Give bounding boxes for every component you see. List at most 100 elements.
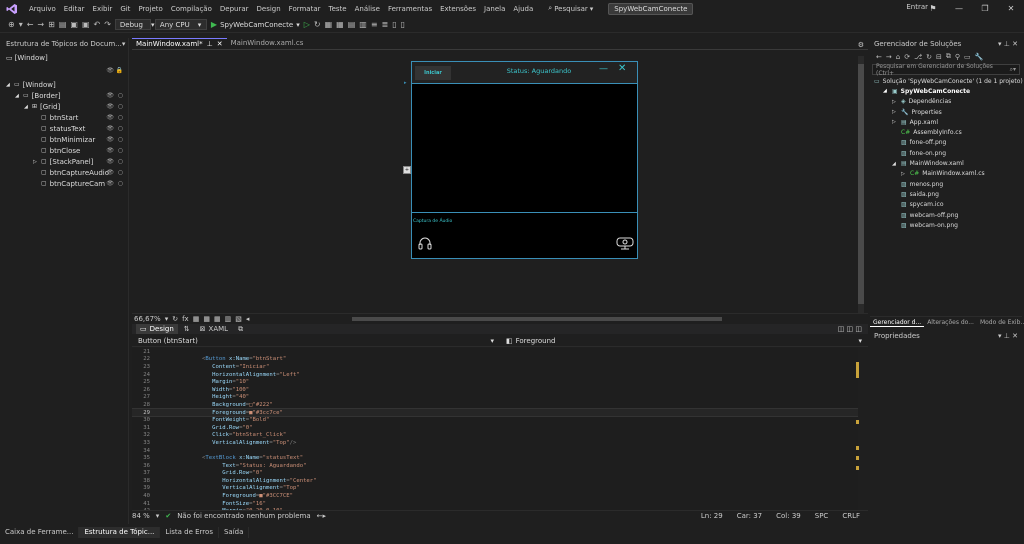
tool-icon[interactable]: ▦ <box>336 20 344 29</box>
property-select[interactable]: ◧ Foreground ▾ <box>500 337 868 345</box>
code-text[interactable]: Grid.Row="0" <box>158 470 262 476</box>
code-text[interactable]: Background=□"#222" <box>158 402 273 408</box>
minimize-icon[interactable]: — <box>946 4 972 13</box>
outline-item[interactable]: ▢ btnCaptureCam 👁 ○ <box>2 178 128 189</box>
doc-tab[interactable]: MainWindow.xaml.cs <box>227 38 308 49</box>
run-button[interactable]: ▶ SpyWebCamConecte ▾ <box>211 20 300 29</box>
code-text[interactable]: Foreground=■"#3cc7ce" <box>158 410 283 416</box>
expand-toggle-icon[interactable]: ◢ <box>883 88 892 94</box>
menu-item[interactable]: Depurar <box>216 5 253 13</box>
refresh-icon[interactable]: ↻ <box>172 315 178 323</box>
copy-icon[interactable]: ⧉ <box>946 52 951 61</box>
dot-icon[interactable]: ○ <box>118 103 123 110</box>
solution-item[interactable]: ▭ Solução 'SpyWebCamConecte' (1 de 1 proj… <box>870 76 1023 86</box>
indent-mode[interactable]: SPC <box>815 512 829 520</box>
menu-item[interactable]: Extensões <box>436 5 480 13</box>
dot-icon[interactable]: ○ <box>118 92 123 99</box>
undo-icon[interactable]: ↶ <box>94 20 101 29</box>
pin-icon[interactable]: ⊥ <box>207 39 213 50</box>
lock-icon[interactable]: 🔒 <box>116 67 123 74</box>
eye-icon[interactable]: 👁 <box>106 103 114 110</box>
fx-icon[interactable]: fx <box>182 315 189 323</box>
right-panel-tab[interactable]: Alterações do... <box>924 319 977 326</box>
btn-capture-audio[interactable] <box>417 235 433 253</box>
code-text[interactable]: Content="Iniciar" <box>158 364 269 370</box>
code-text[interactable]: HorizontalAlignment="Left" <box>158 372 300 378</box>
split-icon[interactable]: ◫ ◫ ◫ <box>838 325 868 333</box>
doc-tab[interactable]: MainWindow.xaml* ⊥ ✕ <box>132 38 227 49</box>
code-text[interactable]: FontWeight="Bold" <box>158 417 269 423</box>
bottom-tab[interactable]: Saída <box>219 527 250 538</box>
code-text[interactable]: HorizontalAlignment="Center" <box>158 478 316 484</box>
code-text[interactable]: Width="100" <box>158 387 249 393</box>
tool-icon[interactable]: ≡ <box>371 20 378 29</box>
outline-item[interactable]: ▢ btnCaptureAudio 👁 ○ <box>2 167 128 178</box>
expand-toggle-icon[interactable]: ▷ <box>892 109 901 115</box>
col-number[interactable]: Col: 39 <box>776 512 801 520</box>
dot-icon[interactable]: ○ <box>118 158 123 165</box>
redo-icon[interactable]: ↷ <box>104 20 111 29</box>
menu-item[interactable]: Arquivo <box>25 5 60 13</box>
expand-toggle-icon[interactable]: ▷ <box>33 159 41 165</box>
solution-item[interactable]: ▨ webcam-off.png <box>870 210 1022 220</box>
vertical-scroll-thumb[interactable] <box>858 64 864 304</box>
minimize-icon[interactable]: — <box>599 64 608 74</box>
expand-toggle-icon[interactable]: ◢ <box>6 82 14 88</box>
code-text[interactable]: Foreground=■"#3CC7CE" <box>158 493 293 499</box>
wrench-icon[interactable]: 🔧 <box>975 53 984 61</box>
horizontal-scroll-thumb[interactable] <box>352 317 722 321</box>
tab-design[interactable]: ▭ Design <box>136 324 178 334</box>
chevron-down-icon[interactable]: ▾ <box>156 512 160 520</box>
hot-reload-icon[interactable]: ↻ <box>314 20 321 29</box>
tool-icon[interactable]: ▯ <box>401 20 405 29</box>
solution-item[interactable]: ◢ ▣ SpyWebCamConecte <box>870 86 1022 96</box>
solution-search-input[interactable]: Pesquisar em Gerenciador de Soluções (Ct… <box>872 63 1020 77</box>
eye-icon[interactable]: 👁 <box>106 67 114 74</box>
outline-item[interactable]: ▷ ▢ [StackPanel] 👁 ○ <box>2 156 128 167</box>
grid-icon[interactable]: ▦ <box>193 315 200 323</box>
line-number[interactable]: Ln: 29 <box>701 512 723 520</box>
close-icon[interactable]: ✕ <box>1012 332 1018 340</box>
forward-icon[interactable]: → <box>37 20 44 29</box>
code-text[interactable]: Grid.Row="0" <box>158 425 252 431</box>
solution-item[interactable]: ▨ webcam-on.png <box>870 220 1022 230</box>
tool-icon[interactable]: ▤ <box>348 20 356 29</box>
expand-toggle-icon[interactable]: ▷ <box>892 119 901 125</box>
feedback-icon[interactable]: ⚑ <box>920 4 946 13</box>
menu-item[interactable]: Ajuda <box>509 5 537 13</box>
expand-toggle-icon[interactable]: ▷ <box>901 171 910 177</box>
nav-arrows-icon[interactable]: ←▸ <box>317 512 326 520</box>
menu-item[interactable]: Editar <box>60 5 89 13</box>
eye-icon[interactable]: 👁 <box>106 136 114 143</box>
solution-item[interactable]: ▷ ◈ Dependências <box>870 97 1022 107</box>
close-icon[interactable]: ✕ <box>1012 40 1018 48</box>
chevron-down-icon[interactable]: ▾ <box>19 20 23 29</box>
swap-icon[interactable]: ⇅ <box>184 325 190 333</box>
chevron-down-icon[interactable]: ▾ <box>998 40 1002 48</box>
editor-zoom[interactable]: 84 % <box>132 512 150 520</box>
menu-item[interactable]: Formatar <box>285 5 325 13</box>
sync-icon[interactable]: ⟳ <box>904 53 910 61</box>
code-text[interactable]: FontSize="16" <box>158 501 266 507</box>
bottom-tab[interactable]: Lista de Erros <box>160 527 219 538</box>
dot-icon[interactable]: ○ <box>118 125 123 132</box>
search-button[interactable]: ⌕ Pesquisar ▾ <box>543 3 598 14</box>
solution-item[interactable]: ◢ ▤ MainWindow.xaml <box>870 158 1022 168</box>
btn-start[interactable]: Iniciar <box>415 66 451 80</box>
expand-toggle-icon[interactable]: ◢ <box>892 161 901 167</box>
line-endings[interactable]: CRLF <box>842 512 860 520</box>
solution-item[interactable]: ▷ C# MainWindow.xaml.cs <box>870 169 1022 179</box>
config-select[interactable]: Debug ▾ <box>114 19 154 30</box>
expand-toggle-icon[interactable]: ◢ <box>24 104 32 110</box>
close-icon[interactable]: ✕ <box>217 39 223 50</box>
xaml-code-editor[interactable]: 21 22 <Button x:Name="btnStart" 23 Content=… <box>132 348 858 510</box>
filter-icon[interactable]: ⚲ <box>955 53 960 61</box>
home-icon[interactable]: ⌂ <box>896 53 900 61</box>
eye-icon[interactable]: 👁 <box>106 147 114 154</box>
menu-item[interactable]: Análise <box>351 5 384 13</box>
solution-item[interactable]: ▨ fone-off.png <box>870 138 1022 148</box>
element-select[interactable]: Button (btnStart) ▾ <box>132 337 500 345</box>
code-text[interactable]: Text="Status: Aguardando" <box>158 463 306 469</box>
new-item-icon[interactable]: ⊞ <box>48 20 55 29</box>
grid-handle-icon[interactable]: + <box>403 166 411 174</box>
